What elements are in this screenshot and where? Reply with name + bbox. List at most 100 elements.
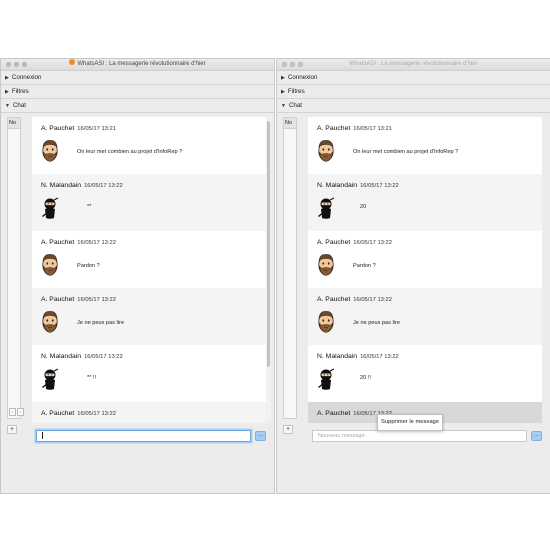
vertical-scrollbar[interactable] [266, 117, 271, 423]
message-time: 16/05/17 13:21 [353, 126, 392, 132]
message-text: ** !! [87, 375, 97, 381]
message-author: A. Pauchet [41, 239, 75, 246]
message-author: A. Pauchet [41, 296, 75, 303]
send-button[interactable]: ... [255, 431, 266, 441]
message-author: A. Pauchet [41, 125, 75, 132]
message-time: 16/05/17 13:22 [353, 297, 392, 303]
disclosure-right-icon: ▶ [5, 75, 9, 81]
message-row[interactable]: N. Malandain 16/05/17 13:22 ** !! [32, 345, 266, 402]
conversation-tab[interactable]: No [8, 118, 20, 129]
horizontal-scroll-arrows: ‹ › [9, 408, 24, 416]
message-row[interactable]: A. Pauchet 16/05/17 13:22 Pardon ? [308, 231, 542, 288]
scrollbar-thumb[interactable] [267, 121, 270, 367]
scroll-left-icon[interactable]: ‹ [9, 408, 16, 416]
bearded-man-avatar-icon [317, 253, 335, 277]
bearded-man-avatar-icon [317, 139, 335, 163]
message-time: 16/05/17 13:22 [77, 411, 116, 417]
message-row[interactable]: N. Malandain 16/05/17 13:22 20 !! [308, 345, 542, 402]
ninja-avatar-icon [317, 367, 335, 391]
message-input-placeholder: Nouveau message [318, 433, 365, 439]
chat-area: No + A. Pauchet 16/05/17 13:21 On leur me… [277, 113, 550, 493]
disclosure-down-icon: ▼ [281, 103, 286, 109]
message-time: 16/05/17 13:21 [77, 126, 116, 132]
conversation-tab[interactable]: No [284, 118, 296, 129]
message-row[interactable]: N. Malandain 16/05/17 13:22 ** [32, 174, 266, 231]
minimize-window-button[interactable] [14, 62, 19, 67]
left-chat-window: WhatsASI : La messagerie révolutionnaire… [0, 58, 275, 494]
section-label: Filtres [287, 88, 305, 95]
message-row[interactable]: A. Pauchet 16/05/17 13:22 Je ne peux pas … [308, 288, 542, 345]
ninja-avatar-icon [41, 367, 59, 391]
message-author: N. Malandain [41, 353, 82, 360]
bearded-man-avatar-icon [41, 253, 59, 277]
message-text: Je ne peux pas lire [353, 320, 400, 326]
message-text: 20 !! [360, 375, 371, 381]
message-time: 16/05/17 13:22 [77, 240, 116, 246]
message-author: N. Malandain [317, 353, 358, 360]
message-time: 16/05/17 13:22 [353, 240, 392, 246]
message-text: Pardon ? [353, 263, 376, 269]
delete-message-menu-item[interactable]: Supprimer le message [381, 419, 439, 425]
message-author: N. Malandain [41, 182, 82, 189]
section-label: Connexion [287, 74, 318, 81]
message-row[interactable]: N. Malandain 16/05/17 13:22 20 [308, 174, 542, 231]
message-text: Pardon ? [77, 263, 100, 269]
message-text: On leur met combien au projet d'InfoRep … [353, 149, 459, 155]
message-row[interactable]: A. Pauchet 16/05/17 13:21 On leur met com… [308, 117, 542, 174]
window-title: WhatsASI : La messagerie révolutionnaire… [77, 61, 206, 67]
zoom-window-button[interactable] [298, 62, 303, 67]
send-button[interactable]: ... [531, 431, 542, 441]
message-author: A. Pauchet [317, 296, 351, 303]
message-time: 16/05/17 13:22 [360, 354, 399, 360]
message-input[interactable] [36, 430, 251, 442]
message-row[interactable]: A. Pauchet 16/05/17 13:22 Pardon ? [32, 231, 266, 288]
message-text: ** [87, 204, 92, 210]
window-controls [282, 62, 303, 67]
window-title: WhatsASI : La messagerie révolutionnaire… [349, 61, 478, 67]
ninja-avatar-icon [317, 196, 335, 220]
scroll-right-icon[interactable]: › [17, 408, 24, 416]
disclosure-right-icon: ▶ [5, 89, 9, 95]
add-conversation-button[interactable]: + [7, 425, 17, 434]
message-author: N. Malandain [317, 182, 358, 189]
message-time: 16/05/17 13:22 [84, 183, 123, 189]
message-author: A. Pauchet [317, 125, 351, 132]
section-label: Chat [288, 102, 303, 109]
chat-area: No ‹ › + A. Pauchet 16/05/17 13:21 On leu… [1, 113, 274, 493]
text-caret [42, 432, 43, 440]
disclosure-right-icon: ▶ [281, 89, 285, 95]
close-window-button[interactable] [282, 62, 287, 67]
message-row[interactable]: A. Pauchet 16/05/17 13:21 On leur met com… [32, 117, 266, 174]
window-titlebar[interactable]: WhatsASI : La messagerie révolutionnaire… [1, 59, 274, 71]
message-time: 16/05/17 13:22 [84, 354, 123, 360]
message-row[interactable]: A. Pauchet 16/05/17 13:22 Je ne peux pas … [32, 288, 266, 345]
close-window-button[interactable] [6, 62, 11, 67]
message-list[interactable]: A. Pauchet 16/05/17 13:21 On leur met com… [308, 117, 542, 423]
section-label: Filtres [11, 88, 29, 95]
minimize-window-button[interactable] [290, 62, 295, 67]
conversation-list[interactable]: No ‹ › [7, 117, 24, 419]
window-titlebar[interactable]: WhatsASI : La messagerie révolutionnaire… [277, 59, 550, 71]
message-row[interactable]: A. Pauchet 16/05/17 13:22 [32, 402, 266, 423]
disclosure-down-icon: ▼ [5, 103, 10, 109]
message-author: A. Pauchet [317, 239, 351, 246]
section-chat[interactable]: ▼ Chat [277, 99, 550, 113]
message-author: A. Pauchet [41, 410, 75, 417]
section-connexion[interactable]: ▶ Connexion [277, 71, 550, 85]
section-connexion[interactable]: ▶ Connexion [1, 71, 274, 85]
section-label: Chat [12, 102, 27, 109]
message-input[interactable]: Nouveau message [312, 430, 527, 442]
message-text: 20 [360, 204, 367, 210]
conversation-list[interactable]: No [283, 117, 297, 419]
section-label: Connexion [11, 74, 42, 81]
section-chat[interactable]: ▼ Chat [1, 99, 274, 113]
message-time: 16/05/17 13:22 [77, 297, 116, 303]
message-list[interactable]: A. Pauchet 16/05/17 13:21 On leur met com… [32, 117, 266, 423]
message-text: On leur met combien au projet d'InfoRep … [77, 149, 183, 155]
zoom-window-button[interactable] [22, 62, 27, 67]
app-logo-icon [69, 59, 76, 66]
ninja-avatar-icon [41, 196, 59, 220]
section-filtres[interactable]: ▶ Filtres [277, 85, 550, 99]
section-filtres[interactable]: ▶ Filtres [1, 85, 274, 99]
add-conversation-button[interactable]: + [283, 425, 293, 434]
